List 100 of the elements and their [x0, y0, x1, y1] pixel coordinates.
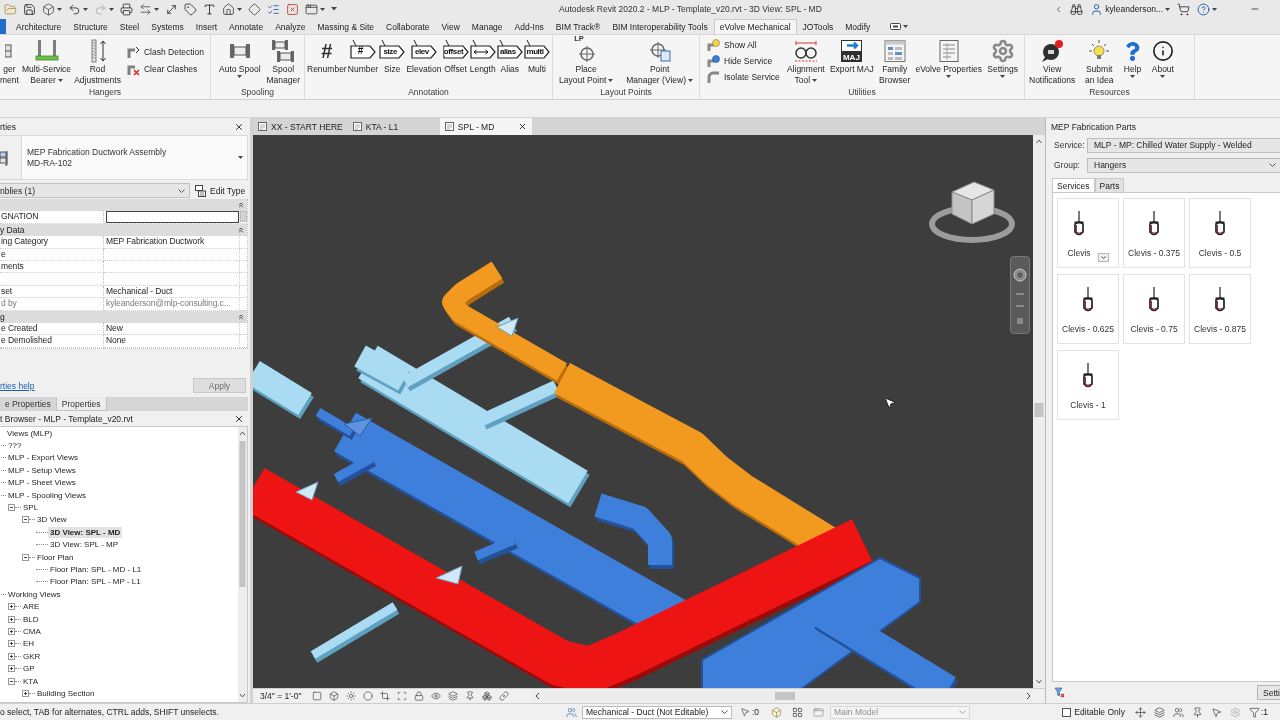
part-tile[interactable]: Clevis - 0.75	[1123, 274, 1185, 344]
tree-item[interactable]: EH	[21, 638, 37, 650]
cube-icon[interactable]	[42, 2, 55, 16]
windows-icon[interactable]	[305, 2, 318, 16]
tag-icon[interactable]	[184, 2, 197, 16]
link-icon[interactable]	[499, 691, 510, 701]
ribbon-button[interactable]: Submit an Idea	[1085, 35, 1114, 86]
ribbon-tab[interactable]: BIM Interoperability Tools	[606, 19, 714, 34]
caret-icon[interactable]	[57, 79, 63, 82]
ribbon-button[interactable]: Auto Spool	[219, 35, 261, 78]
expand-icon[interactable]	[8, 665, 15, 673]
caret-icon[interactable]	[237, 7, 242, 11]
eye-icon[interactable]	[431, 691, 442, 701]
tree-item[interactable]: Views (MLP)	[5, 427, 55, 439]
caret-icon[interactable]	[238, 156, 243, 159]
tree-item[interactable]: Working Views	[6, 588, 63, 600]
ribbon-button[interactable]: ger ment	[0, 35, 19, 86]
crop-region-icon[interactable]	[397, 691, 408, 701]
ribbon-button[interactable]: Settings	[987, 35, 1018, 78]
caret-icon[interactable]	[812, 79, 818, 82]
ribbon-tab[interactable]: JOTools	[796, 19, 840, 34]
ribbon-button[interactable]: offset Offset	[442, 35, 469, 75]
property-group[interactable]	[0, 199, 247, 212]
collapse-icon[interactable]	[237, 201, 245, 210]
ribbon-tab[interactable]: Analyze	[269, 19, 312, 34]
selection-filter-dropdown[interactable]: nblies (1)	[0, 183, 190, 198]
boxes-icon[interactable]	[482, 691, 493, 701]
detail-level-icon[interactable]	[312, 691, 323, 701]
tree-item[interactable]: ???	[6, 440, 24, 452]
part-tile[interactable]: Clevis	[1057, 198, 1119, 268]
caret-icon[interactable]	[1212, 7, 1217, 11]
undo-icon[interactable]	[68, 2, 81, 16]
collapse-icon[interactable]	[237, 225, 245, 234]
collapse-icon[interactable]	[22, 516, 29, 524]
property-value[interactable]: Mechanical - Duct	[104, 285, 240, 299]
ribbon-button[interactable]: size Size	[379, 35, 406, 75]
tree-item[interactable]: MLP - Sheet Views	[6, 477, 78, 489]
collapse-icon[interactable]	[22, 553, 29, 561]
help-icon[interactable]	[1197, 2, 1210, 16]
part-tile[interactable]: Clevis - 0.875	[1189, 274, 1251, 344]
diagonal-arrow-icon[interactable]	[165, 2, 178, 16]
document-tab[interactable]: SPL - MD	[439, 118, 532, 135]
layers-icon[interactable]	[448, 691, 459, 701]
ribbon-button[interactable]: Spool Manager	[266, 35, 300, 86]
caret-icon[interactable]	[608, 79, 614, 82]
lock-icon[interactable]	[414, 691, 425, 701]
text-icon[interactable]	[203, 2, 216, 16]
ribbon-button[interactable]: elev Elevation	[406, 35, 442, 75]
field-button[interactable]	[240, 211, 247, 223]
ribbon-tab[interactable]: Architecture	[10, 19, 68, 34]
ribbon-button[interactable]: Length	[469, 35, 496, 75]
expand-icon[interactable]	[8, 652, 15, 660]
tree-item[interactable]: Floor Plan: SPL - MD - L1	[48, 564, 144, 575]
sun-icon[interactable]	[346, 691, 357, 701]
caret-icon[interactable]	[903, 25, 909, 28]
type-selector[interactable]: MEP Fabrication Ductwork Assembly MD-RA-102	[0, 135, 248, 180]
list-icon[interactable]	[267, 2, 280, 16]
expand-icon[interactable]	[8, 603, 15, 611]
panel-tab[interactable]: Parts	[1094, 178, 1125, 192]
scrollbar[interactable]	[533, 690, 1033, 702]
caret-icon[interactable]	[320, 7, 325, 11]
checkbox-label[interactable]: Editable Only	[1074, 707, 1125, 717]
caret-icon[interactable]	[946, 75, 952, 78]
tree-item[interactable]: GP	[21, 663, 37, 675]
panel-tab[interactable]: Properties	[55, 397, 107, 411]
tree-item[interactable]: SPL	[21, 502, 41, 514]
pointer-icon[interactable]	[740, 707, 750, 717]
filter-icon[interactable]	[1248, 706, 1260, 718]
ribbon-tab[interactable]: Massing & Site	[311, 19, 381, 34]
filter-x-icon[interactable]	[1054, 687, 1065, 698]
ribbon-button[interactable]: Show All	[704, 38, 782, 52]
printer-icon[interactable]	[120, 2, 133, 16]
collapse-icon[interactable]	[237, 312, 245, 321]
ribbon-button[interactable]: Clear Clashes	[123, 62, 206, 76]
save-icon[interactable]	[23, 2, 36, 16]
grid-icon[interactable]	[792, 706, 804, 718]
scrollbar[interactable]	[238, 427, 247, 702]
close-windows-icon[interactable]	[286, 2, 299, 16]
ribbon-tab[interactable]: Modify	[839, 19, 877, 34]
tree-item[interactable]: Building Section	[35, 687, 97, 699]
caret-icon[interactable]	[83, 7, 88, 11]
panel-tab[interactable]: Services	[1052, 178, 1095, 192]
tree-item[interactable]: BLD	[21, 613, 41, 625]
text-input[interactable]	[106, 211, 239, 223]
tree-item[interactable]: ARE	[21, 601, 42, 613]
tree-item[interactable]: Floor Plan: SPL - MP - L1	[48, 576, 143, 588]
part-tile[interactable]: Clevis - 0.5	[1189, 198, 1251, 268]
property-group[interactable]: g	[0, 310, 247, 323]
tree-item[interactable]: GKR	[21, 650, 43, 662]
tree-item[interactable]: 3D View	[35, 514, 69, 526]
users-icon[interactable]	[566, 706, 577, 718]
ribbon-button[interactable]: # Renumber	[307, 35, 347, 75]
tree-item[interactable]: MLP - Spooling Views	[6, 489, 88, 501]
caret-icon[interactable]	[1160, 75, 1166, 78]
property-value[interactable]: New	[104, 322, 240, 336]
caret-icon[interactable]	[1000, 75, 1006, 78]
group-dropdown[interactable]: Hangers	[1087, 157, 1280, 173]
ribbon-button[interactable]: Multi-Service Bearer	[21, 35, 72, 86]
caret-icon[interactable]	[1130, 75, 1136, 78]
panel-toggle-icon[interactable]	[890, 23, 902, 30]
